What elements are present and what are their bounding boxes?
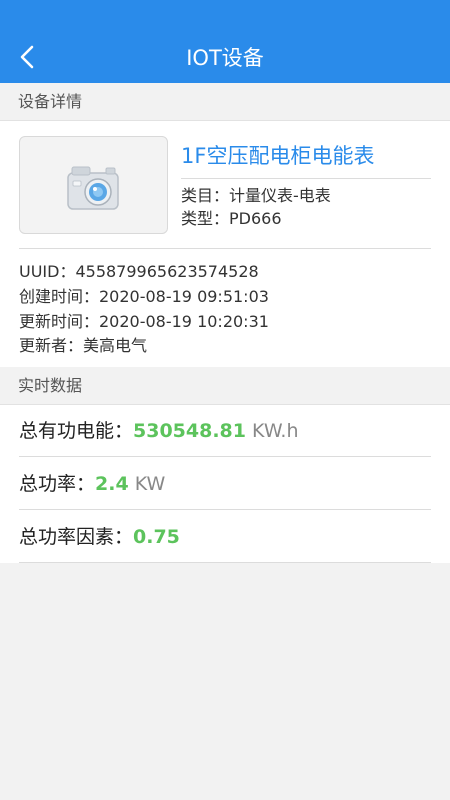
- metric-unit: KW.h: [252, 420, 299, 442]
- device-name[interactable]: 1F空压配电柜电能表: [181, 141, 374, 171]
- device-type: 类型：PD666: [181, 209, 282, 228]
- metric-label: 总功率因素：: [19, 526, 134, 548]
- device-image: [19, 136, 168, 234]
- metric-label: 总功率：: [19, 473, 96, 495]
- divider: [19, 248, 431, 249]
- metric-row-total-power: 总功率：2.4 KW: [0, 458, 450, 510]
- metric-value: 0.75: [133, 526, 180, 548]
- camera-icon: [67, 166, 119, 210]
- page-title: IOT设备: [186, 46, 264, 70]
- device-category: 类目：计量仪表-电表: [181, 186, 331, 205]
- device-detail-panel: 1F空压配电柜电能表 类目：计量仪表-电表 类型：PD666 UUID：4558…: [0, 121, 450, 367]
- created-time: 创建时间：2020-08-19 09:51:03: [19, 287, 269, 306]
- metric-row-power-factor: 总功率因素：0.75: [0, 511, 450, 563]
- updater: 更新者：美高电气: [19, 336, 148, 355]
- divider: [181, 178, 431, 179]
- section-device-detail: 设备详情: [0, 83, 450, 121]
- updated-time: 更新时间：2020-08-19 10:20:31: [19, 312, 269, 331]
- top-bar: IOT设备: [0, 0, 450, 83]
- metric-value: 530548.81: [133, 420, 246, 442]
- section-realtime-data: 实时数据: [0, 367, 450, 405]
- realtime-panel: 总有功电能：530548.81 KW.h 总功率：2.4 KW 总功率因素：0.…: [0, 405, 450, 563]
- device-uuid: UUID：455879965623574528: [19, 262, 259, 281]
- metric-label: 总有功电能：: [19, 420, 134, 442]
- metric-unit: KW: [134, 473, 166, 495]
- metric-value: 2.4: [95, 473, 129, 495]
- metric-row-total-active-energy: 总有功电能：530548.81 KW.h: [0, 405, 450, 457]
